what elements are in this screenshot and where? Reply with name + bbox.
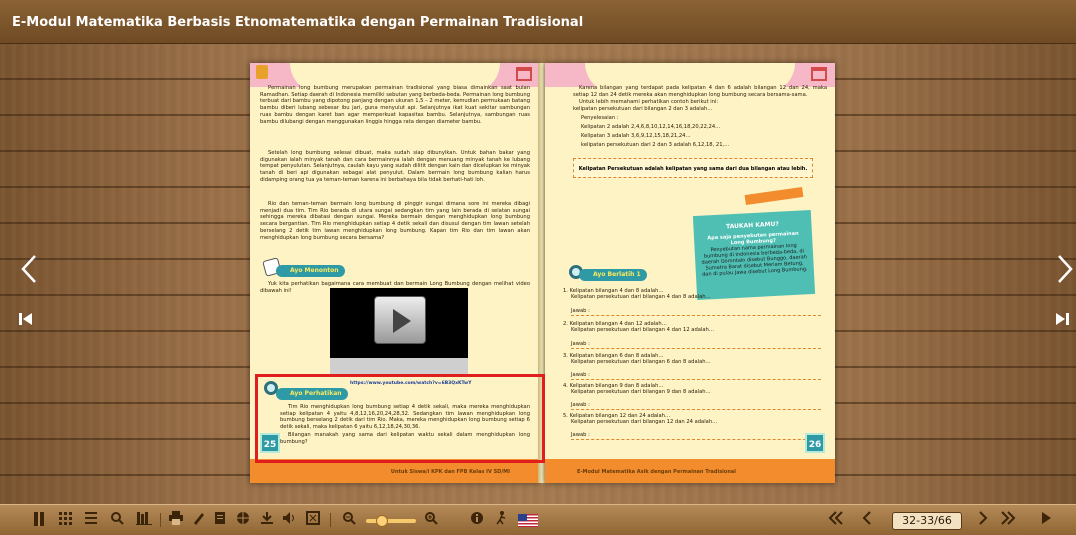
- exercise-3-answer[interactable]: Jawab :: [571, 372, 821, 380]
- definition-box: Kelipatan Persekutuan adalah kelipatan y…: [573, 158, 813, 178]
- library-icon[interactable]: [136, 511, 152, 529]
- last-page-button[interactable]: [1000, 511, 1016, 529]
- zoom-slider[interactable]: [366, 515, 416, 527]
- left-page[interactable]: Permainan long bumbung merupakan permain…: [250, 63, 540, 483]
- bottom-toolbar: 32-33/66: [0, 504, 1076, 535]
- right-line-2: Untuk lebih memahami perhatikan contoh b…: [579, 99, 719, 105]
- window-title: E-Modul Matematika Berbasis Etnomatemati…: [0, 0, 1076, 44]
- print-icon[interactable]: [168, 511, 184, 529]
- play-slideshow-icon[interactable]: [1040, 511, 1052, 529]
- berlatih-heading: Ayo Berlatih 1: [579, 269, 647, 281]
- perhatikan-heading: Ayo Perhatikan: [276, 388, 348, 400]
- fullscreen-icon[interactable]: [306, 511, 320, 529]
- search-icon[interactable]: [110, 511, 124, 529]
- exercise-1-answer[interactable]: Jawab :: [571, 308, 821, 316]
- video-player[interactable]: [330, 288, 468, 376]
- paragraph-3: Rio dan teman-teman bermain long bumbung…: [260, 201, 530, 241]
- toolbar-divider: [330, 513, 331, 527]
- zoom-out-icon[interactable]: [342, 511, 356, 529]
- info-icon[interactable]: [470, 511, 484, 529]
- right-line-6: Kelipatan 3 adalah 3,6,9,12,15,18,21,24…: [581, 133, 691, 139]
- page-number-right: 26: [805, 433, 825, 453]
- thumbnails-icon[interactable]: [58, 511, 72, 529]
- play-icon[interactable]: [374, 296, 426, 344]
- last-page-icon[interactable]: [1054, 302, 1070, 332]
- book-icon: [256, 65, 268, 79]
- abacus-icon: [516, 67, 532, 81]
- did-you-know-card: TAUKAH KAMU? Apa saja penyebutan permain…: [692, 209, 816, 301]
- page-number-left: 25: [260, 433, 280, 453]
- tape-decoration: [744, 187, 804, 205]
- right-page[interactable]: Karena bilangan yang terdapat pada kelip…: [545, 63, 835, 483]
- exercise-3-sub: Kelipatan persekutuan dari bilangan 6 da…: [571, 359, 711, 365]
- right-line-3: kelipatan persekutuan dari bilangan 2 da…: [573, 106, 713, 112]
- video-link[interactable]: https://www.youtube.com/watch?v=6B3QxKTw…: [350, 381, 471, 386]
- intro-paragraph: Permainan long bumbung merupakan permain…: [260, 85, 530, 125]
- perhatikan-text: Tim Rio menghidupkan long bumbung setiap…: [280, 404, 530, 431]
- chevron-left-icon[interactable]: [20, 254, 38, 290]
- menonton-heading: Ayo Menonton: [276, 265, 345, 277]
- autoplay-icon[interactable]: [494, 511, 508, 529]
- right-line-1: Karena bilangan yang terdapat pada kelip…: [573, 85, 827, 98]
- abacus-icon: [811, 67, 827, 81]
- chevron-right-icon[interactable]: [1056, 254, 1074, 290]
- paragraph-2: Setelah long bumbung selesai dibuat, mak…: [260, 150, 530, 183]
- right-line-5: Kelipatan 2 adalah 2,4,6,8,10,12,14,16,1…: [581, 124, 721, 130]
- table-of-contents-icon[interactable]: [84, 511, 98, 529]
- perhatikan-question: Bilangan manakah yang sama dari kelipata…: [280, 432, 530, 445]
- exercise-2-answer[interactable]: Jawab :: [571, 341, 821, 349]
- exercise-4-answer[interactable]: Jawab :: [571, 402, 821, 410]
- next-page-button[interactable]: [978, 511, 988, 529]
- exercise-1-sub: Kelipatan persekutuan dari bilangan 4 da…: [571, 294, 711, 300]
- language-flag-icon[interactable]: [518, 514, 538, 527]
- notes-icon[interactable]: [214, 511, 226, 529]
- exercise-4-sub: Kelipatan persekutuan dari bilangan 9 da…: [571, 389, 711, 395]
- right-line-7: kelipatan persekutuan dari 2 dan 3 adala…: [581, 142, 730, 148]
- zoom-in-icon[interactable]: [424, 511, 438, 529]
- page-indicator-input[interactable]: 32-33/66: [892, 512, 962, 530]
- first-page-button[interactable]: [828, 511, 844, 529]
- right-footer: E-Modul Matematika Asik dengan Permainan…: [577, 469, 736, 475]
- bookmark-icon[interactable]: [32, 511, 46, 529]
- video-controls[interactable]: [330, 358, 468, 376]
- left-footer: Untuk Siswa/i KPK dan FPB Kelas IV SD/MI: [390, 469, 510, 475]
- right-line-4: Penyelesaian :: [581, 115, 619, 121]
- sound-icon[interactable]: [282, 511, 298, 529]
- pencil-icon[interactable]: [192, 511, 206, 529]
- first-page-icon[interactable]: [18, 302, 34, 332]
- exercise-5-answer[interactable]: Jawab :: [571, 432, 821, 440]
- previous-page-button[interactable]: [862, 511, 872, 529]
- download-icon[interactable]: [260, 511, 274, 529]
- zoom-slider-knob[interactable]: [376, 515, 388, 527]
- toolbar-divider: [160, 513, 161, 527]
- exercise-2-sub: Kelipatan persekutuan dari bilangan 4 da…: [571, 327, 715, 333]
- globe-icon[interactable]: [236, 511, 250, 529]
- exercise-5-sub: Kelipatan persekutuan dari bilangan 12 d…: [571, 419, 718, 425]
- did-you-know-answer: Penyebutan nama permainan long bumbung d…: [701, 242, 808, 278]
